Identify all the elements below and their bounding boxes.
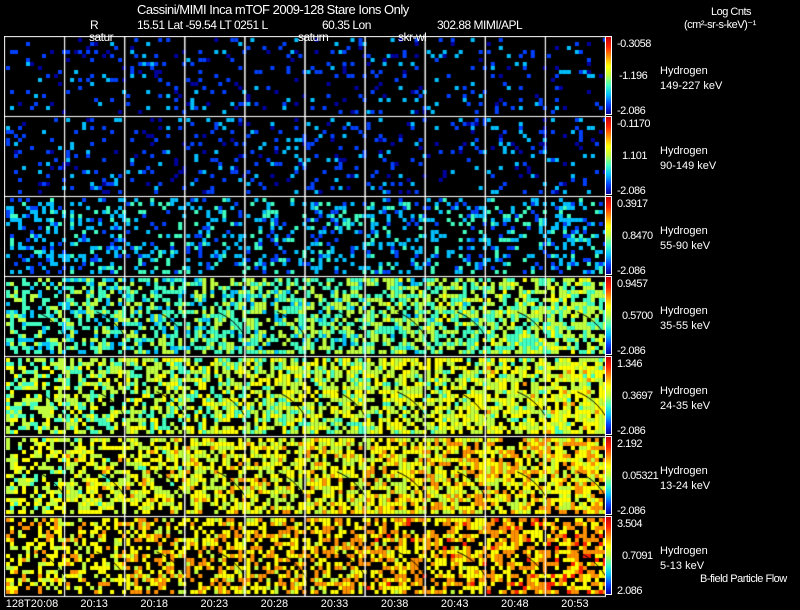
channel-label: Hydrogen 90-149 keV [660, 144, 716, 174]
species-label: Hydrogen [660, 385, 708, 397]
colorbar-max-label: 1.346 [617, 358, 643, 370]
colorbar-max-label: -0.3058 [617, 38, 651, 50]
colorbar-min-label: -2.086 [617, 105, 646, 117]
time-tick-label: 20:53 [561, 598, 589, 610]
colorbar-max-label: 2.192 [617, 438, 643, 450]
instrument-label: 302.88 MIMI/APL [437, 18, 523, 32]
channel-label: Hydrogen 24-35 keV [660, 384, 710, 414]
overlay-label-skr: skr-wl [398, 30, 427, 44]
colorbar-max-label: -0.1170 [617, 118, 651, 130]
channel-label: Hydrogen 13-24 keV [660, 464, 710, 494]
channel-label: Hydrogen 149-227 keV [660, 64, 722, 94]
colorbar [605, 196, 612, 275]
colorbar [605, 516, 612, 595]
colorbar-min-label: -2.086 [617, 185, 646, 197]
colorbar-min-label: -2.086 [617, 505, 646, 517]
colorbar-max-label: 3.504 [617, 518, 643, 530]
species-label: Hydrogen [660, 145, 708, 157]
colorbar-mid-label: 0.8470 [622, 230, 653, 242]
units-label: (cm²-sr-s-keV)⁻¹ [684, 19, 756, 31]
colorbar [605, 436, 612, 515]
species-label: Hydrogen [660, 465, 708, 477]
energy-label: 35-55 keV [660, 320, 711, 332]
colorbar-mid-label: 0.3697 [622, 390, 653, 402]
longitude-readout: 60.35 Lon [322, 18, 371, 32]
colorbar-mid-label: 1.101 [622, 150, 648, 162]
colorbar [605, 116, 612, 195]
species-label: Hydrogen [660, 305, 708, 317]
energy-label: 13-24 keV [660, 480, 711, 492]
energy-label: 55-90 keV [660, 240, 711, 252]
colorbar [605, 356, 612, 435]
energy-label: 5-13 keV [660, 560, 705, 572]
colorbar [605, 276, 612, 355]
time-tick-label: 20:48 [501, 598, 529, 610]
energy-label: 24-35 keV [660, 400, 711, 412]
colorbar-mid-label: 0.05321 [622, 470, 659, 482]
colorbar-mid-label: 0.7091 [622, 550, 653, 562]
energy-label: 90-149 keV [660, 160, 717, 172]
species-label: Hydrogen [660, 545, 708, 557]
colorbar-max-label: 0.3917 [617, 198, 648, 210]
colorbar [605, 36, 612, 115]
units-title: Log Cnts [711, 6, 752, 18]
channel-label: Hydrogen 55-90 keV [660, 224, 710, 254]
bfield-legend: B-field Particle Flow [700, 573, 787, 585]
colorbar-min-label: -2.086 [617, 425, 646, 437]
energy-label: 149-227 keV [660, 80, 723, 92]
colorbar-min-label: -2.086 [617, 265, 646, 277]
colorbar-mid-label: -1.196 [619, 70, 648, 82]
position-readout: 15.51 Lat -59.54 LT 0251 L [137, 18, 268, 32]
colorbar-min-label: 2.086 [617, 585, 643, 597]
time-tick-label: 20:18 [140, 598, 168, 610]
colorbar-mid-label: 0.5700 [622, 310, 653, 322]
time-tick-label: 20:33 [320, 598, 349, 610]
channel-label: Hydrogen 5-13 keV [660, 544, 708, 574]
plot-title: Cassini/MIMI Inca mTOF 2009-128 Stare Io… [137, 2, 409, 17]
time-tick-label: 20:13 [80, 598, 108, 610]
time-tick-label: 20:43 [440, 598, 469, 610]
time-tick-label: 20:38 [380, 598, 409, 610]
channel-label: Hydrogen 35-55 keV [660, 304, 710, 334]
species-label: Hydrogen [660, 65, 708, 77]
time-tick-label: 128T20:08 [5, 598, 59, 610]
heatmap-grid [4, 36, 606, 598]
colorbar-max-label: 0.9457 [617, 278, 648, 290]
overlay-label-satur: satur [89, 30, 114, 44]
time-tick-label: 20:23 [200, 598, 229, 610]
species-label: Hydrogen [660, 225, 708, 237]
overlay-label-saturn: saturn [298, 30, 329, 44]
time-tick-label: 20:28 [260, 598, 289, 610]
colorbar-min-label: -2.086 [617, 345, 646, 357]
